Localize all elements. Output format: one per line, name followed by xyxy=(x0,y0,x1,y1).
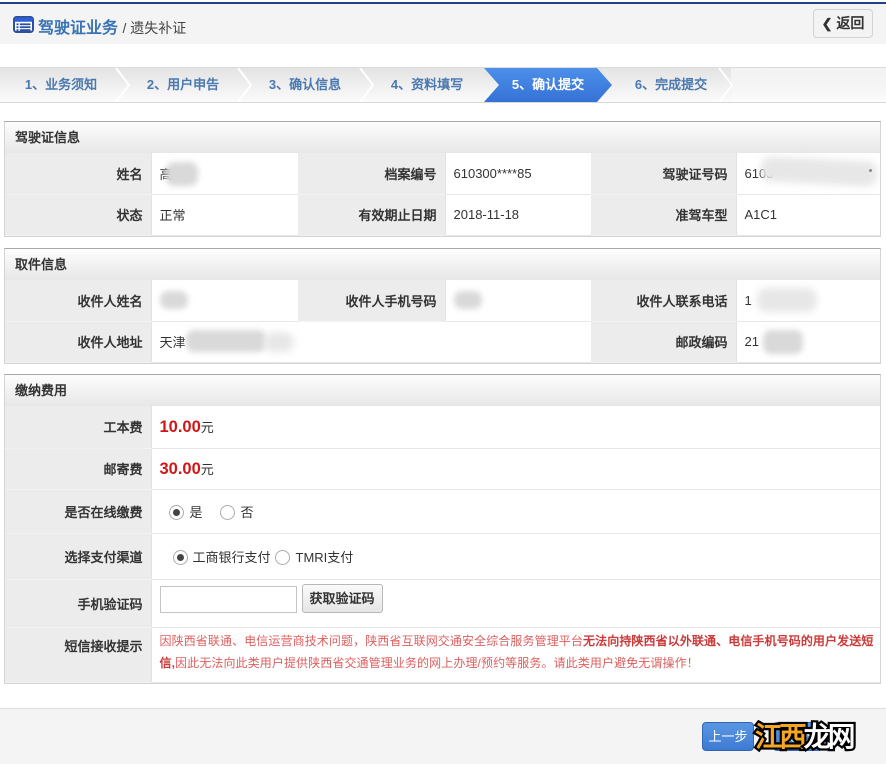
svg-text:江西龙网: 江西龙网 xyxy=(755,721,854,752)
